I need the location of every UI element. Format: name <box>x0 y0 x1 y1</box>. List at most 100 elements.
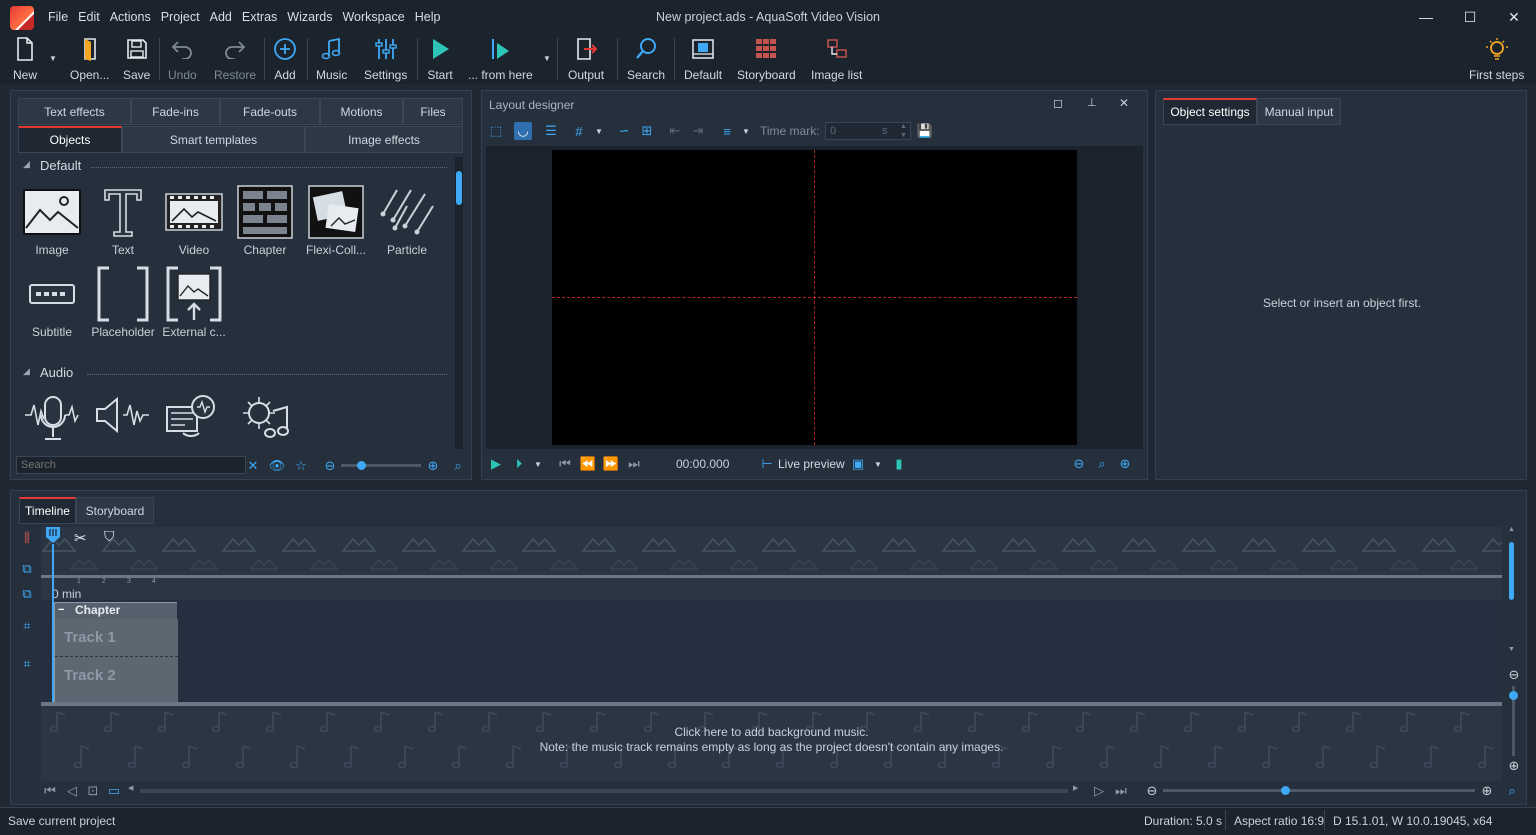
tab-smart-templates[interactable]: Smart templates <box>122 126 305 153</box>
tab-files[interactable]: Files <box>403 98 463 125</box>
image-track-placeholder[interactable] <box>41 527 1502 575</box>
toolbox-scrollbar[interactable] <box>455 157 463 449</box>
maximize-button[interactable]: ☐ <box>1448 0 1492 34</box>
audio-effect-icon[interactable] <box>237 393 293 443</box>
timeline-marker-tool-icon[interactable]: ⫼ <box>18 529 36 547</box>
list-icon[interactable]: ≡ <box>718 122 736 140</box>
save-time-mark-icon[interactable]: 💾 <box>916 122 934 140</box>
marker-icon[interactable]: ⛉ <box>104 528 115 545</box>
music-button[interactable]: Music <box>316 36 347 82</box>
menu-extras[interactable]: Extras <box>237 10 282 24</box>
track-zoom-out-icon[interactable]: ⊖ <box>1505 666 1523 684</box>
clear-search-icon[interactable]: ✕ <box>244 457 262 475</box>
menu-wizards[interactable]: Wizards <box>282 10 337 24</box>
object-particle[interactable]: Particle <box>372 183 442 257</box>
collapse-audio-icon[interactable]: ◢ <box>23 366 30 377</box>
timeline-ruler[interactable]: 1 2 3 4 0 min <box>41 578 1502 601</box>
frame-icon[interactable]: ⊞ <box>638 122 656 140</box>
pin-icon[interactable]: ⊥ <box>1087 96 1097 109</box>
zoom-slider-handle[interactable] <box>1281 786 1290 795</box>
scroll-left-icon[interactable]: ◀ <box>128 784 133 792</box>
time-mark-input[interactable]: 0 s ▲ ▼ <box>825 122 911 140</box>
scrollbar-thumb[interactable] <box>456 171 462 205</box>
storyboard-layout-button[interactable]: Storyboard <box>737 36 796 82</box>
object-subtitle[interactable]: Subtitle <box>17 265 87 339</box>
scroll-up-icon[interactable]: ▲ <box>1508 526 1515 533</box>
start-dropdown-icon[interactable]: ▼ <box>543 54 551 63</box>
timeline-zoom-out-icon[interactable]: ⊖ <box>1143 782 1161 800</box>
timeline-zoom-in-icon[interactable]: ⊕ <box>1478 782 1496 800</box>
play-dropdown-icon[interactable]: ▼ <box>534 460 542 469</box>
menu-add[interactable]: Add <box>205 10 237 24</box>
star-icon[interactable]: ☆ <box>292 457 310 475</box>
collapse-chapter-icon[interactable]: − <box>58 604 64 616</box>
save-button[interactable]: Save <box>123 36 150 82</box>
timeline-zoom-slider[interactable] <box>1163 786 1475 795</box>
zoom-in-icon[interactable]: ⊕ <box>424 457 442 475</box>
audio-sound-icon[interactable] <box>93 393 153 443</box>
start-button[interactable]: Start <box>427 36 453 82</box>
close-panel-icon[interactable]: ✕ <box>1119 96 1129 110</box>
time-mark-spinner-icon[interactable]: ▲ ▼ <box>900 122 907 140</box>
grid-icon[interactable]: # <box>570 122 588 140</box>
icon-size-slider[interactable] <box>341 461 421 470</box>
tab-motions[interactable]: Motions <box>320 98 403 125</box>
restore-button[interactable]: Restore <box>214 36 256 82</box>
go-to-end-icon[interactable]: ⏭ <box>1112 782 1130 800</box>
eye-icon[interactable]: 👁 <box>268 457 286 475</box>
align-rows-icon[interactable]: ☰ <box>542 122 560 140</box>
curve-path-icon[interactable]: ◡ <box>514 122 532 140</box>
horizontal-scroll-thumb[interactable] <box>140 789 1068 793</box>
track-height-slider[interactable] <box>1509 686 1518 756</box>
music-hint-line-2[interactable]: Note: the music track remains empty as l… <box>41 740 1502 754</box>
search-button[interactable]: Search <box>627 36 665 82</box>
grid-dropdown-icon[interactable]: ▼ <box>595 127 603 136</box>
music-hint-line-1[interactable]: Click here to add background music. <box>41 725 1502 739</box>
tab-fade-ins[interactable]: Fade-ins <box>131 98 220 125</box>
object-text[interactable]: Text <box>88 183 158 257</box>
object-image[interactable]: Image <box>17 183 87 257</box>
zoom-in-icon[interactable]: ⊕ <box>1116 455 1134 473</box>
track-zoom-in-icon[interactable]: ⊕ <box>1505 757 1523 775</box>
previous-chapter-icon[interactable]: ⏮ <box>556 455 574 473</box>
playhead-handle-icon[interactable] <box>45 526 61 544</box>
undo-button[interactable]: Undo <box>168 36 197 82</box>
step-back-icon[interactable]: ◁ <box>63 782 81 800</box>
zoom-out-icon[interactable]: ⊖ <box>321 457 339 475</box>
timeline-vertical-scrollbar[interactable]: ▲ ▼ <box>1508 526 1516 655</box>
object-placeholder[interactable]: Placeholder <box>88 265 158 339</box>
menu-actions[interactable]: Actions <box>105 10 156 24</box>
live-preview-label[interactable]: Live preview <box>778 457 845 471</box>
vertical-scroll-thumb[interactable] <box>1509 542 1514 600</box>
audio-text-to-speech-icon[interactable] <box>163 393 225 443</box>
toolbox-search-input[interactable] <box>16 456 246 474</box>
tab-text-effects[interactable]: Text effects <box>18 98 131 125</box>
menu-help[interactable]: Help <box>410 10 446 24</box>
list-dropdown-icon[interactable]: ▼ <box>742 127 750 136</box>
play-from-here-button[interactable]: ... from here <box>468 36 533 82</box>
minimize-button[interactable]: — <box>1404 0 1448 34</box>
object-flexi-collage[interactable]: Flexi-Coll... <box>301 183 371 257</box>
preview-quality-icon[interactable]: ▣ <box>849 455 867 473</box>
live-preview-icon[interactable]: ⊢ <box>758 455 776 473</box>
fit-timeline-icon[interactable]: ⌗ <box>18 617 36 635</box>
preview-canvas[interactable] <box>552 150 1077 445</box>
menu-workspace[interactable]: Workspace <box>337 10 409 24</box>
timeline-horizontal-scrollbar[interactable]: ◀ ▶ <box>128 784 1083 795</box>
track-1[interactable]: Track 1 <box>55 619 178 657</box>
audio-narration-icon[interactable] <box>23 393 81 443</box>
object-chapter[interactable]: Chapter <box>230 183 300 257</box>
settings-button[interactable]: Settings <box>364 36 407 82</box>
add-button[interactable]: Add <box>272 36 298 82</box>
image-list-button[interactable]: Image list <box>811 36 862 82</box>
flip-vertical-icon[interactable]: ⇥ <box>689 122 707 140</box>
menu-edit[interactable]: Edit <box>73 10 105 24</box>
tab-objects[interactable]: Objects <box>18 126 122 153</box>
output-button[interactable]: Output <box>568 36 604 82</box>
scroll-right-icon[interactable]: ▶ <box>1073 784 1078 792</box>
menu-file[interactable]: File <box>43 10 73 24</box>
tab-manual-input[interactable]: Manual input <box>1257 98 1341 125</box>
snap-icon[interactable]: ∽ <box>615 122 633 140</box>
object-video[interactable]: Video <box>159 183 229 257</box>
scissors-icon[interactable]: ✂ <box>74 529 87 547</box>
